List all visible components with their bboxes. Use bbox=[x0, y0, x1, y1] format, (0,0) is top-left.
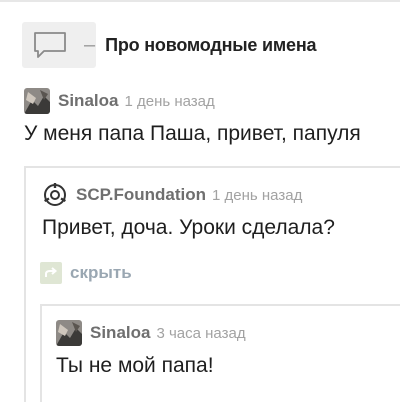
collapse-thread-button[interactable]: скрыть bbox=[40, 262, 132, 284]
comment-2: SCP.Foundation 1 день назад Привет, доча… bbox=[42, 182, 335, 240]
collapse-label: скрыть bbox=[70, 263, 132, 282]
comment-bubble-icon bbox=[34, 32, 66, 58]
user-avatar[interactable] bbox=[24, 88, 50, 114]
comment-text: Привет, доча. Уроки сделала? bbox=[42, 216, 335, 239]
comment-author[interactable]: Sinaloa bbox=[90, 323, 150, 343]
comment-meta: Sinaloa 1 день назад bbox=[24, 88, 361, 114]
comment-3: Sinaloa 3 часа назад Ты не мой папа! bbox=[56, 320, 246, 378]
comment-text: Ты не мой папа! bbox=[56, 354, 214, 377]
comment-meta: Sinaloa 3 часа назад bbox=[56, 320, 246, 346]
comment-text: У меня папа Паша, привет, папуля bbox=[24, 122, 361, 145]
comment-meta: SCP.Foundation 1 день назад bbox=[42, 182, 335, 208]
comment-time[interactable]: 1 день назад bbox=[212, 187, 302, 204]
comment-time[interactable]: 3 часа назад bbox=[156, 325, 245, 342]
section-title[interactable]: Про новомодные имена bbox=[105, 35, 316, 56]
comment-author[interactable]: SCP.Foundation bbox=[76, 185, 206, 205]
comment-time[interactable]: 1 день назад bbox=[124, 93, 214, 110]
top-divider bbox=[0, 0, 400, 8]
header-dash: – bbox=[84, 33, 96, 56]
user-avatar[interactable] bbox=[56, 320, 82, 346]
scp-logo-icon[interactable] bbox=[42, 182, 68, 208]
collapse-arrow-icon bbox=[40, 262, 62, 284]
comment-1: Sinaloa 1 день назад У меня папа Паша, п… bbox=[24, 88, 361, 146]
comment-author[interactable]: Sinaloa bbox=[58, 91, 118, 111]
section-header[interactable]: – Про новомодные имена bbox=[22, 22, 317, 68]
